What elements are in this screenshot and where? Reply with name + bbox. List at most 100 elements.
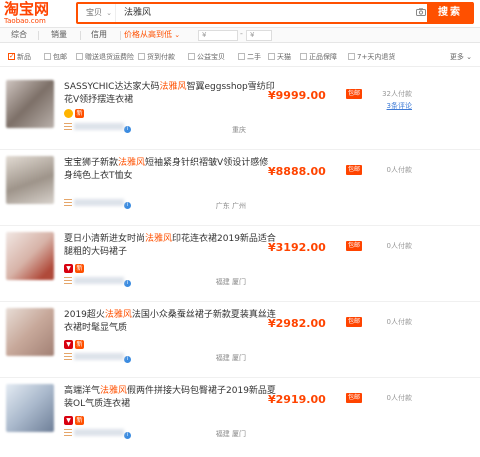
chevron-down-icon: ⌄ [106, 9, 112, 17]
price-min-input[interactable]: ¥ [198, 30, 238, 41]
product-price: ¥2982.00 [268, 317, 326, 330]
product-title[interactable]: 宝宝狮子新款法雅风短袖紧身针织褶皱V领设计感修身纯色上衣T恤女 [64, 157, 276, 183]
sort-tab-credit[interactable]: 信用 [86, 28, 112, 42]
product-price: ¥8888.00 [268, 165, 326, 178]
shop-level-icon [64, 429, 72, 436]
product-image[interactable] [6, 232, 54, 280]
free-shipping-badge: 包邮 [346, 89, 363, 99]
filter-label: 货到付款 [147, 53, 175, 61]
wangwang-icon[interactable]: i [124, 280, 131, 287]
new-badge-icon: 新 [75, 416, 84, 425]
new-badge-icon: 新 [75, 109, 84, 118]
title-text: 高端洋气 [64, 386, 101, 396]
title-keyword: 法雅风 [118, 158, 146, 168]
product-location: 福建 厦门 [215, 430, 246, 438]
filter-7day-return[interactable]: 7+天内退货 [348, 52, 395, 63]
filter-secondhand[interactable]: 二手 [238, 52, 261, 63]
product-row[interactable]: 夏日小清新进女时尚法雅风印花连衣裙2019新品适合腿粗的大码裙子 ▼ 新 i 福建… [0, 227, 480, 302]
product-title[interactable]: 夏日小清新进女时尚法雅风印花连衣裙2019新品适合腿粗的大码裙子 [64, 233, 276, 259]
product-image[interactable] [6, 384, 54, 432]
checkbox[interactable] [268, 53, 275, 60]
product-price: ¥3192.00 [268, 241, 326, 254]
product-row[interactable]: 2019超火法雅风法国小众桑蚕丝裙子新款夏装真丝连衣裙时髦显气质 ▼ 新 i 福建… [0, 303, 480, 378]
product-image[interactable] [6, 156, 54, 204]
shop-info[interactable]: i [64, 277, 131, 287]
checkbox[interactable] [138, 53, 145, 60]
filter-label: 新品 [17, 53, 31, 61]
camera-icon[interactable] [416, 8, 426, 16]
wangwang-icon[interactable]: i [124, 202, 131, 209]
title-text: 宝宝狮子新款 [64, 158, 119, 168]
product-image[interactable] [6, 308, 54, 356]
pay-count: 32人付款 [382, 90, 412, 98]
title-keyword: 法雅风 [100, 386, 128, 396]
product-location: 福建 厦门 [215, 354, 246, 362]
title-text: 夏日小清新进女时尚 [64, 234, 146, 244]
product-badges: ▼ 新 [64, 416, 86, 426]
product-row[interactable]: SASSYCHIC达达家大码法雅风智翼eggsshop雪纺印花V领抒摆连衣裙 新… [0, 75, 480, 150]
checkbox[interactable] [238, 53, 245, 60]
pay-count: 0人付款 [386, 242, 412, 250]
shop-info[interactable]: i [64, 429, 131, 439]
shop-info[interactable]: i [64, 353, 131, 363]
search-category-label: 宝贝 [86, 8, 102, 17]
checkbox[interactable] [44, 53, 51, 60]
product-row[interactable]: 高端洋气法雅风假两件拼接大码包臀裙子2019新品夏装OL气质连衣裙 ▼ 新 i 福… [0, 379, 480, 454]
chevron-down-icon: ⌄ [466, 53, 472, 61]
product-location: 广东 广州 [215, 202, 246, 210]
checkbox[interactable] [348, 53, 355, 60]
sort-tab-sales[interactable]: 销量 [46, 28, 72, 42]
wangwang-icon[interactable]: i [124, 432, 131, 439]
filter-cod[interactable]: 货到付款 [138, 52, 175, 63]
new-badge-icon: 新 [75, 340, 84, 349]
shop-name [74, 429, 124, 436]
more-label: 更多 [449, 53, 464, 61]
taobao-logo[interactable]: 淘宝网 Taobao.com [4, 1, 62, 25]
filter-bar: 新品 包邮 赠送退货运费险 货到付款 公益宝贝 二手 天猫 正品保障 7+天内退… [0, 47, 480, 67]
shop-name [74, 277, 124, 284]
shop-info[interactable]: i [64, 199, 131, 209]
pay-count: 0人付款 [386, 166, 412, 174]
filter-label: 天猫 [277, 53, 291, 61]
filter-tmall[interactable]: 天猫 [268, 52, 291, 63]
product-title[interactable]: SASSYCHIC达达家大码法雅风智翼eggsshop雪纺印花V领抒摆连衣裙 [64, 81, 276, 107]
product-row[interactable]: 宝宝狮子新款法雅风短袖紧身针织褶皱V领设计感修身纯色上衣T恤女 i 广东 广州 … [0, 151, 480, 226]
product-price: ¥2919.00 [268, 393, 326, 406]
sort-tab-price[interactable]: 价格从高到低 ⌄ [124, 28, 194, 42]
filter-free-shipping[interactable]: 包邮 [44, 52, 67, 63]
product-title[interactable]: 2019超火法雅风法国小众桑蚕丝裙子新款夏装真丝连衣裙时髦显气质 [64, 309, 276, 335]
header: 淘宝网 Taobao.com 宝贝 ⌄ 法雅风 搜索 [0, 0, 480, 26]
price-dash: - [240, 29, 243, 38]
sort-tab-comprehensive[interactable]: 综合 [6, 28, 32, 42]
title-keyword: 法雅风 [145, 234, 173, 244]
checkbox[interactable] [76, 53, 83, 60]
pay-count: 0人付款 [386, 318, 412, 326]
logo-main: 淘宝网 [4, 0, 50, 18]
checkbox[interactable] [188, 53, 195, 60]
checkbox-checked[interactable] [8, 51, 15, 62]
filter-new[interactable]: 新品 [8, 51, 31, 63]
tmall-icon: ▼ [64, 340, 73, 349]
product-badges: 新 [64, 109, 86, 119]
price-max-input[interactable]: ¥ [246, 30, 272, 41]
review-count-link[interactable]: 3条评论 [387, 101, 412, 111]
product-image[interactable] [6, 80, 54, 128]
pay-count: 0人付款 [386, 394, 412, 402]
shop-name [74, 123, 124, 130]
free-shipping-badge: 包邮 [346, 393, 363, 403]
search-button[interactable]: 搜索 [427, 2, 473, 24]
filter-genuine[interactable]: 正品保障 [300, 52, 337, 63]
search-input[interactable]: 法雅风 [124, 4, 151, 22]
product-title[interactable]: 高端洋气法雅风假两件拼接大码包臀裙子2019新品夏装OL气质连衣裙 [64, 385, 276, 411]
free-shipping-badge: 包邮 [346, 317, 363, 327]
wangwang-icon[interactable]: i [124, 356, 131, 363]
free-shipping-badge: 包邮 [346, 241, 363, 251]
checkbox[interactable] [300, 53, 307, 60]
title-text: 2019超火 [64, 310, 105, 320]
shop-info[interactable]: i [64, 123, 131, 133]
more-filters-button[interactable]: 更多 ⌄ [450, 52, 472, 62]
filter-return-insurance[interactable]: 赠送退货运费险 [76, 52, 134, 63]
search-category-select[interactable]: 宝贝 ⌄ [78, 4, 116, 22]
filter-charity[interactable]: 公益宝贝 [188, 52, 225, 63]
wangwang-icon[interactable]: i [124, 126, 131, 133]
